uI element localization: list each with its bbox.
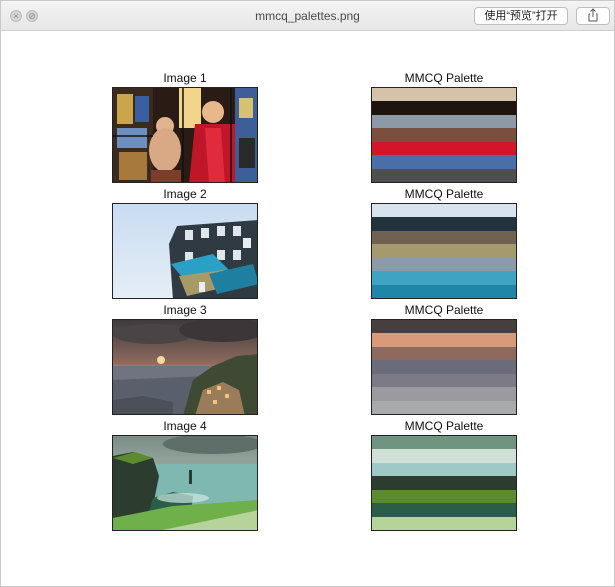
palette-swatch [372, 436, 516, 450]
share-icon [588, 8, 598, 22]
palette-swatch [372, 503, 516, 517]
image-title: Image 2 [163, 187, 207, 201]
open-with-preview-button[interactable]: 使用“预览”打开 [474, 7, 568, 25]
palette-2 [371, 203, 517, 299]
palette-swatch [372, 88, 516, 102]
image-title: Image 3 [163, 303, 207, 317]
palette-swatch [372, 400, 516, 414]
palette-swatch [372, 373, 516, 388]
palette-swatch [372, 462, 516, 477]
palette-4 [371, 435, 517, 531]
palette-title: MMCQ Palette [404, 303, 484, 317]
palette-swatch [372, 516, 516, 530]
palette-swatch [372, 333, 516, 347]
title-bar: × ⊘ mmcq_palettes.png 使用“预览”打开 [1, 1, 614, 31]
palette-swatch [372, 244, 516, 258]
palette-swatch [372, 230, 516, 245]
palette-swatch [372, 387, 516, 401]
palette-swatch [372, 320, 516, 334]
palette-swatch [372, 449, 516, 463]
image-canvas: Image 1 MMCQ Palette Image 2 MMCQ Palett… [1, 32, 614, 586]
palette-title: MMCQ Palette [404, 71, 484, 85]
palette-title: MMCQ Palette [404, 187, 484, 201]
palette-swatch [372, 257, 516, 272]
palette-swatch [372, 141, 516, 156]
palette-swatch [372, 128, 516, 142]
palette-swatch [372, 204, 516, 218]
image-sea-cliffs [112, 435, 258, 531]
palette-swatch [372, 101, 516, 115]
share-button[interactable] [576, 7, 610, 25]
palette-swatch [372, 360, 516, 374]
image-coastal-village [112, 319, 258, 415]
palette-swatch [372, 346, 516, 361]
palette-1 [371, 87, 517, 183]
image-stained-glass [112, 87, 258, 183]
image-building [112, 203, 258, 299]
palette-swatch [372, 155, 516, 169]
image-title: Image 1 [163, 71, 207, 85]
palette-title: MMCQ Palette [404, 419, 484, 433]
palette-swatch [372, 476, 516, 490]
palette-swatch [372, 284, 516, 298]
palette-swatch [372, 489, 516, 504]
palette-swatch [372, 217, 516, 231]
palette-swatch [372, 271, 516, 285]
palette-3 [371, 319, 517, 415]
image-title: Image 4 [163, 419, 207, 433]
palette-swatch [372, 168, 516, 182]
palette-swatch [372, 114, 516, 129]
preview-window: × ⊘ mmcq_palettes.png 使用“预览”打开 Image 1 M… [0, 0, 615, 587]
